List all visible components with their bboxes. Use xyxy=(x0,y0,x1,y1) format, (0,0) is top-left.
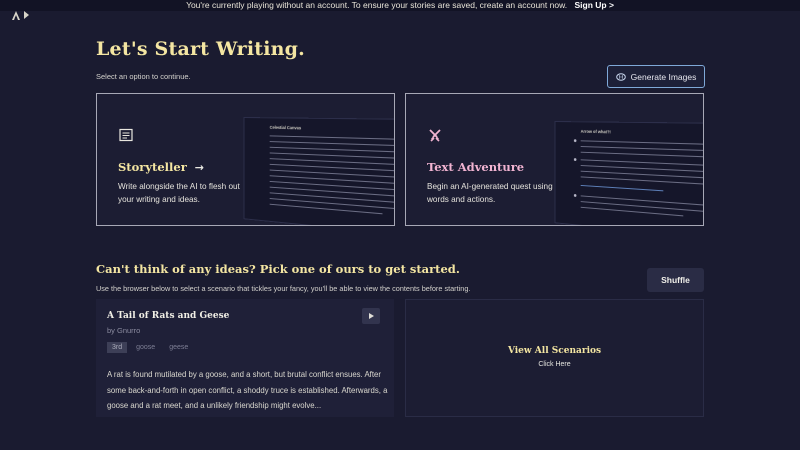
scenario-description: A rat is found mutilated by a goose, and… xyxy=(107,370,388,410)
play-icon[interactable] xyxy=(362,308,380,324)
menu-expand-icon[interactable] xyxy=(24,11,29,19)
signup-link[interactable]: Sign Up > xyxy=(574,0,613,10)
crossed-swords-icon xyxy=(429,129,441,142)
preview-title: Arrow of what?! xyxy=(580,128,611,135)
ideas-subtitle: Use the browser below to select a scenar… xyxy=(96,284,471,293)
view-all-title: View All Scenarios xyxy=(507,346,602,356)
preview-dot xyxy=(573,158,577,162)
generate-images-button[interactable]: Generate Images xyxy=(607,65,705,88)
preview-title: Celestial Canvas xyxy=(269,124,302,131)
preview-line xyxy=(580,184,664,192)
shuffle-button[interactable]: Shuffle xyxy=(647,268,704,292)
generate-images-label: Generate Images xyxy=(630,71,697,82)
scenario-tags: 3rd goose geese xyxy=(107,342,193,353)
preview-line xyxy=(269,141,394,147)
adventure-preview: Arrow of what?! xyxy=(554,121,703,225)
scenario-card[interactable]: A Tail of Rats and Geese by Gnurro 3rd g… xyxy=(96,299,394,417)
text-adventure-title: Text Adventure xyxy=(427,160,525,174)
view-all-link[interactable]: Click Here xyxy=(406,361,703,368)
preview-line xyxy=(580,146,703,152)
storyteller-title-text: Storyteller xyxy=(118,160,187,174)
banner-message: You're currently playing without an acco… xyxy=(186,0,568,10)
preview-dot xyxy=(573,139,577,143)
arrow-right-icon: → xyxy=(194,161,204,174)
preview-line xyxy=(580,151,703,159)
scenario-title: A Tail of Rats and Geese xyxy=(107,311,230,321)
scenario-tag[interactable]: 3rd xyxy=(107,342,128,353)
scenario-tag[interactable]: goose xyxy=(131,342,160,353)
page-subtitle: Select an option to continue. xyxy=(96,72,191,81)
preview-line xyxy=(269,146,394,154)
storyteller-title: Storyteller → xyxy=(118,160,204,174)
storyteller-description: Write alongside the AI to flesh out your… xyxy=(118,182,240,204)
scenario-author: by Gnurro xyxy=(107,326,141,335)
account-banner: You're currently playing without an acco… xyxy=(0,0,800,11)
preview-line xyxy=(269,135,394,141)
storyteller-card[interactable]: Celestial Canvas Storyteller → Write alon… xyxy=(96,93,395,226)
document-lines-icon xyxy=(119,128,133,142)
preview-dot xyxy=(573,193,577,197)
brain-icon xyxy=(615,72,626,81)
view-all-scenarios-card[interactable]: View All Scenarios Click Here xyxy=(405,299,704,417)
preview-line xyxy=(269,175,394,186)
preview-line xyxy=(580,140,703,146)
text-adventure-description: Begin an AI-generated quest using words … xyxy=(427,182,553,204)
preview-line xyxy=(580,176,703,186)
storyteller-preview: Celestial Canvas xyxy=(243,117,394,225)
scenario-tag[interactable]: geese xyxy=(164,342,193,353)
text-adventure-card[interactable]: Arrow of what?! Text Adventure Begin an … xyxy=(405,93,704,226)
page-title: Let's Start Writing. xyxy=(96,38,305,60)
ideas-heading: Can't think of any ideas? Pick one of ou… xyxy=(96,262,460,276)
app-logo-icon[interactable] xyxy=(10,10,22,22)
